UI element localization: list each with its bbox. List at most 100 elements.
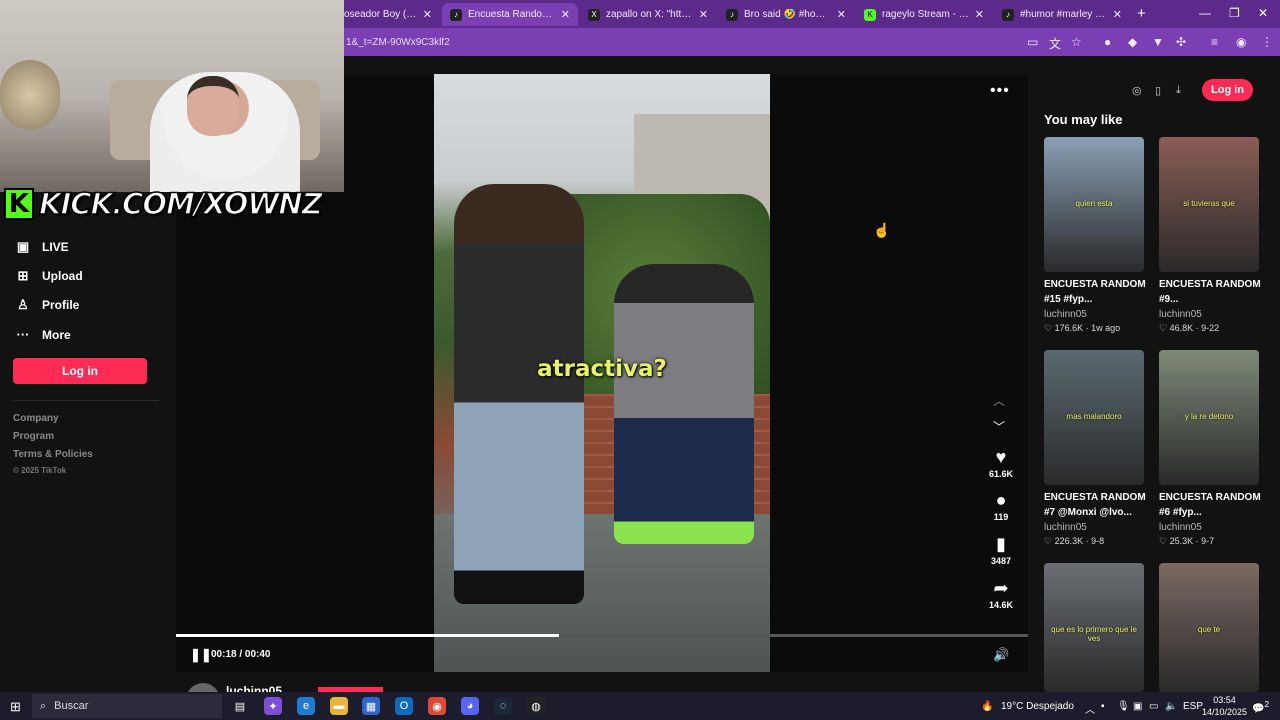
obs-icon[interactable]: ◍ xyxy=(527,697,545,715)
chevron-up-icon[interactable]: ︿ xyxy=(993,392,1005,409)
coin-icon[interactable]: ◎ xyxy=(1132,84,1142,97)
close-icon[interactable]: ✕ xyxy=(975,8,984,21)
screen-cast-icon[interactable]: ▭ xyxy=(1027,35,1038,49)
taskbar-search-label: Buscar xyxy=(54,700,89,712)
video-card-title[interactable]: ENCUESTA RANDOM #15 #fyp... xyxy=(1044,277,1148,307)
close-icon[interactable]: ✕ xyxy=(837,8,846,21)
speaker-icon[interactable]: 🔈 xyxy=(1165,701,1177,712)
url-text[interactable]: 1&_t=ZM-90Wx9C3klf2 xyxy=(346,37,450,48)
sidebar-divider xyxy=(13,400,159,401)
extension-shield-icon[interactable]: ▼ xyxy=(1152,35,1164,49)
sidebar-login-button[interactable]: Log in xyxy=(13,358,147,384)
tray-chevron-icon[interactable]: ︿ xyxy=(1085,701,1095,716)
puzzle-icon[interactable]: ✣ xyxy=(1176,35,1186,49)
close-icon[interactable]: ✕ xyxy=(423,8,432,21)
kebab-menu-icon[interactable]: ⋮ xyxy=(1261,35,1273,49)
like-count: 61.6K xyxy=(988,469,1014,479)
edge-icon[interactable]: e xyxy=(297,697,315,715)
video-card-thumb[interactable]: que es lo primero que le ves xyxy=(1044,563,1144,692)
sidebar-item-live[interactable]: ▣ LIVE xyxy=(16,239,69,255)
sidebar-item-upload[interactable]: ⊞ Upload xyxy=(16,268,83,284)
header-login-button[interactable]: Log in xyxy=(1202,79,1253,101)
video-card-author[interactable]: luchinn05 xyxy=(1159,522,1202,533)
share-action[interactable]: ➦ 14.6K xyxy=(985,578,1017,610)
close-icon[interactable]: ✕ xyxy=(1113,8,1122,21)
sidebar-item-more[interactable]: ··· More xyxy=(16,327,71,342)
task-view-icon[interactable]: ▤ xyxy=(231,697,249,715)
tray-bluetooth-icon[interactable]: ▪ xyxy=(1101,701,1105,712)
outlook-icon[interactable]: O xyxy=(395,697,413,715)
chrome-icon[interactable]: ◉ xyxy=(428,697,446,715)
video-card-title[interactable]: ENCUESTA RANDOM #9... xyxy=(1159,277,1263,307)
comment-action[interactable]: ● 119 xyxy=(985,490,1017,522)
tab-4[interactable]: ♪ Bro said 🤣 #hood #dab ✕ xyxy=(718,3,854,26)
store-icon[interactable]: ▦ xyxy=(362,697,380,715)
weather-text[interactable]: 19°C Despejado xyxy=(1001,701,1074,712)
discord-icon[interactable]: ◕ xyxy=(461,697,479,715)
network-icon[interactable]: ▭ xyxy=(1149,701,1158,712)
volume-icon[interactable]: 🔊 xyxy=(993,647,1009,663)
footer-link-terms[interactable]: Terms & Policies xyxy=(13,449,93,460)
copilot-icon[interactable]: ✦ xyxy=(264,697,282,715)
save-action[interactable]: ▮ 3487 xyxy=(985,534,1017,566)
file-explorer-icon[interactable]: ▬ xyxy=(330,697,348,715)
share-count: 14.6K xyxy=(988,600,1014,610)
video-card-thumb[interactable]: si tuvieras que xyxy=(1159,137,1259,272)
video-progress-bar[interactable] xyxy=(176,634,1028,637)
video-card-thumb[interactable]: que te xyxy=(1159,563,1259,692)
device-icon[interactable]: ▯ xyxy=(1155,84,1161,97)
maximize-icon[interactable]: ❐ xyxy=(1229,6,1240,20)
more-options-icon[interactable]: ••• xyxy=(990,82,1010,100)
video-card-author[interactable]: luchinn05 xyxy=(1159,309,1202,320)
heart-outline-icon: ♡ xyxy=(1044,536,1053,546)
comment-count: 119 xyxy=(993,512,1009,522)
taskbar-search[interactable]: ⌕ Buscar xyxy=(32,694,222,718)
tab-2[interactable]: ♪ Encuesta Random: M ✕ xyxy=(442,3,578,26)
steam-icon[interactable]: ◌ xyxy=(494,697,512,715)
card-date: 9-7 xyxy=(1201,536,1215,546)
close-icon[interactable]: ✕ xyxy=(561,8,570,21)
video-card-title[interactable]: ENCUESTA RANDOM #7 @Monxi @lvo... xyxy=(1044,490,1148,520)
like-action[interactable]: ♥ 61.6K xyxy=(985,447,1017,479)
video-card-stats: ♡ 226.3K · 9-8 xyxy=(1044,536,1105,546)
video-card-thumb[interactable]: mas malandoro xyxy=(1044,350,1144,485)
video-card-author[interactable]: luchinn05 xyxy=(1044,309,1087,320)
footer-link-company[interactable]: Company xyxy=(13,413,59,424)
video-card-author[interactable]: luchinn05 xyxy=(1044,522,1087,533)
bookmark-star-icon[interactable]: ☆ xyxy=(1071,35,1082,49)
tab-6[interactable]: ♪ #humor #marley #viral # ✕ xyxy=(994,3,1130,26)
video-card-stats: ♡ 46.8K · 9-22 xyxy=(1159,323,1220,333)
video-card-title[interactable]: ENCUESTA RANDOM #6 #fyp... xyxy=(1159,490,1263,520)
tab-1[interactable]: oseador Boy (ft. Lol ✕ xyxy=(336,3,440,26)
extension-icon[interactable]: ◆ xyxy=(1128,35,1137,49)
video-person-standing xyxy=(454,184,584,604)
footer-link-program[interactable]: Program xyxy=(13,431,54,442)
notification-icon[interactable]: 💬2 xyxy=(1252,699,1269,714)
download-icon[interactable]: ⤓ xyxy=(1176,84,1181,97)
language-indicator[interactable]: ESP xyxy=(1183,701,1203,712)
profile-avatar-icon[interactable]: ◉ xyxy=(1236,35,1246,49)
notification-count: 2 xyxy=(1264,699,1270,709)
translate-icon[interactable]: 文 xyxy=(1049,35,1061,52)
video-card-stats: ♡ 25.3K · 9-7 xyxy=(1159,536,1215,546)
taskbar-clock[interactable]: 03:54 14/10/2025 xyxy=(1202,694,1247,718)
pause-icon[interactable]: ❚❚ xyxy=(190,647,212,663)
tab-5[interactable]: K rageylo Stream - Watch L ✕ xyxy=(856,3,992,26)
microphone-icon[interactable]: 🎙 xyxy=(1117,701,1130,712)
video-card-thumb[interactable]: quien esta xyxy=(1044,137,1144,272)
new-tab-button[interactable]: + xyxy=(1137,5,1146,22)
chevron-down-icon[interactable]: ﹀ xyxy=(993,418,1005,435)
windows-start-icon[interactable]: ⊞ xyxy=(10,699,21,715)
extension-fox-icon[interactable]: ● xyxy=(1104,35,1111,49)
video-card-thumb[interactable]: y la re detono xyxy=(1159,350,1259,485)
minimize-icon[interactable]: — xyxy=(1199,6,1211,20)
close-icon[interactable]: ✕ xyxy=(699,8,708,21)
window-close-icon[interactable]: ✕ xyxy=(1258,6,1268,20)
weather-icon[interactable]: 🔥 xyxy=(981,701,993,712)
sidebar-item-profile[interactable]: ♙ Profile xyxy=(16,297,79,313)
media-control-icon[interactable]: ≡ xyxy=(1211,35,1218,49)
sidebar-item-label: Upload xyxy=(42,269,83,283)
tab-3[interactable]: X zapallo on X: "https://t.co ✕ xyxy=(580,3,716,26)
tray-app-icon[interactable]: ▣ xyxy=(1133,701,1142,712)
video-frame[interactable]: atractiva? xyxy=(434,74,770,672)
